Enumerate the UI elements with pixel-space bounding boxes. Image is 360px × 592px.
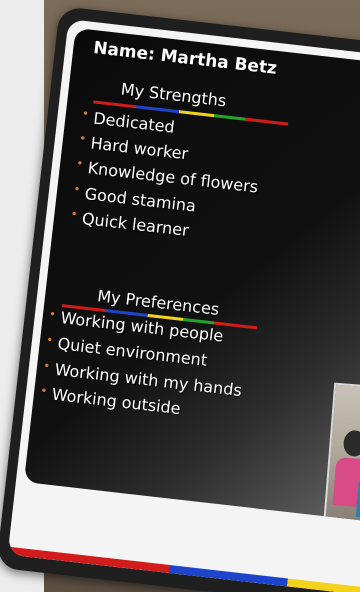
name-heading: Name: Martha Betz xyxy=(92,38,278,79)
photo-frame: Name: Martha Betz My Strengths Dedicated… xyxy=(0,0,360,592)
poster-inner: Name: Martha Betz My Strengths Dedicated… xyxy=(7,19,360,592)
profile-text-layer: Name: Martha Betz My Strengths Dedicated… xyxy=(24,28,360,523)
strengths-list: Dedicated Hard worker Knowledge of flowe… xyxy=(81,107,265,252)
photo-person-head xyxy=(342,429,360,458)
photo-person-shirt xyxy=(332,457,360,508)
poster-board: Name: Martha Betz My Strengths Dedicated… xyxy=(0,6,360,592)
profile-sheet: Name: Martha Betz My Strengths Dedicated… xyxy=(23,27,360,523)
